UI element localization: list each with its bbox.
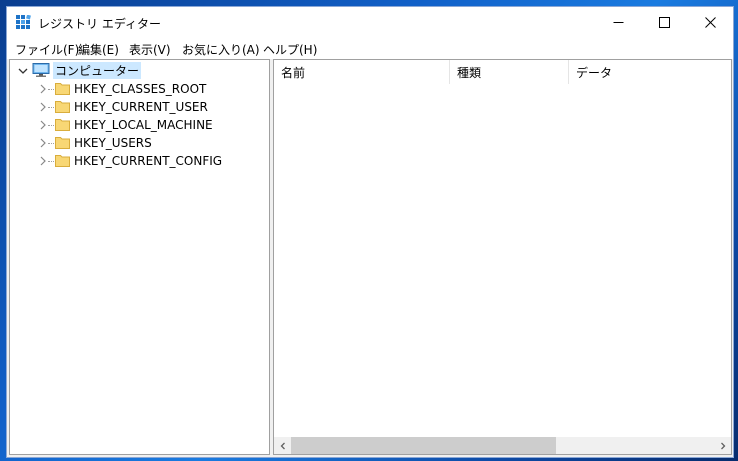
minimize-button[interactable] — [595, 7, 641, 38]
horizontal-scrollbar[interactable] — [274, 437, 731, 454]
tree-item-hkey-current-config[interactable]: HKEY_CURRENT_CONFIG — [74, 152, 222, 170]
tree-item-hkey-classes-root[interactable]: HKEY_CLASSES_ROOT — [74, 80, 206, 98]
menu-edit[interactable]: 編集(E) — [78, 41, 119, 58]
maximize-button[interactable] — [641, 7, 687, 38]
tree-item-label: HKEY_USERS — [74, 136, 152, 150]
scroll-left-button[interactable] — [274, 437, 291, 454]
tree-item-label: HKEY_CURRENT_USER — [74, 100, 208, 114]
close-icon — [704, 17, 716, 28]
column-header-label: データ — [576, 65, 613, 80]
minimize-icon — [613, 22, 623, 23]
column-header-label: 種類 — [457, 65, 482, 80]
tree-item-label: HKEY_CURRENT_CONFIG — [74, 154, 223, 168]
tree-connector — [48, 89, 54, 91]
folder-icon — [55, 101, 70, 113]
values-list-pane[interactable]: 名前 種類 データ — [273, 59, 732, 455]
menu-bar: ファイル(F) 編集(E) 表示(V) お気に入り(A) ヘルプ(H) — [7, 38, 733, 59]
menu-help[interactable]: ヘルプ(H) — [263, 41, 317, 58]
chevron-right-icon — [720, 442, 725, 449]
tree-item-hkey-local-machine[interactable]: HKEY_LOCAL_MACHINE — [74, 116, 213, 134]
title-bar[interactable]: レジストリ エディター — [7, 7, 733, 38]
column-header-data[interactable]: データ — [569, 60, 731, 84]
menu-file[interactable]: ファイル(F) — [15, 41, 79, 58]
scroll-right-button[interactable] — [714, 437, 731, 454]
folder-icon — [55, 137, 70, 149]
close-button[interactable] — [687, 7, 733, 38]
tree-connector — [48, 143, 54, 145]
tree-item-computer[interactable]: コンピューター — [53, 61, 142, 79]
tree-connector — [48, 161, 54, 163]
menu-favorites[interactable]: お気に入り(A) — [182, 41, 260, 58]
maximize-icon — [658, 17, 670, 28]
tree-item-hkey-current-user[interactable]: HKEY_CURRENT_USER — [74, 98, 208, 116]
column-header-type[interactable]: 種類 — [450, 60, 569, 84]
tree-item-label: HKEY_LOCAL_MACHINE — [74, 118, 213, 132]
computer-icon — [32, 63, 50, 77]
chevron-right-icon[interactable] — [38, 102, 48, 112]
tree-item-hkey-users[interactable]: HKEY_USERS — [74, 134, 152, 152]
chevron-right-icon[interactable] — [38, 138, 48, 148]
chevron-left-icon — [280, 442, 285, 449]
column-header-label: 名前 — [281, 65, 306, 80]
column-header-name[interactable]: 名前 — [274, 60, 450, 84]
registry-editor-icon — [16, 15, 31, 29]
key-tree-pane[interactable]: コンピューター HKEY_CLASSES_ROOT HKEY_CURRENT_U… — [9, 59, 270, 455]
chevron-right-icon[interactable] — [38, 84, 48, 94]
registry-editor-window: レジストリ エディター ファイル(F) 編集(E) 表示(V) お気に入り(A)… — [6, 6, 734, 458]
window-title: レジストリ エディター — [38, 17, 161, 31]
folder-icon — [55, 119, 70, 131]
chevron-right-icon[interactable] — [38, 156, 48, 166]
tree-item-label: HKEY_CLASSES_ROOT — [74, 82, 207, 96]
chevron-right-icon[interactable] — [38, 120, 48, 130]
chevron-down-icon[interactable] — [18, 66, 28, 76]
folder-icon — [55, 155, 70, 167]
menu-view[interactable]: 表示(V) — [129, 41, 171, 58]
tree-connector — [48, 107, 54, 109]
folder-icon — [55, 83, 70, 95]
scroll-thumb[interactable] — [291, 437, 556, 454]
tree-connector — [48, 125, 54, 127]
tree-item-label: コンピューター — [53, 61, 142, 79]
